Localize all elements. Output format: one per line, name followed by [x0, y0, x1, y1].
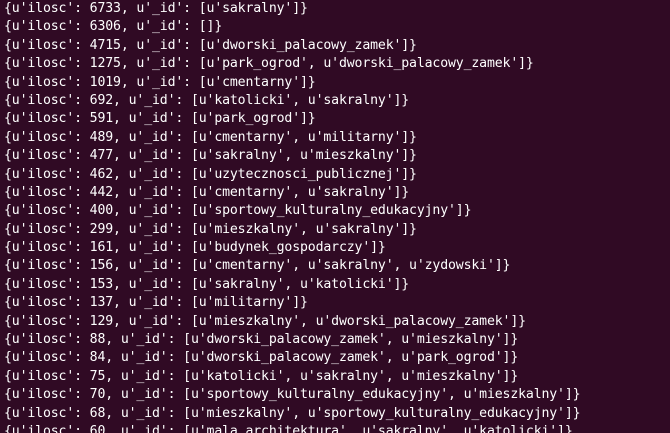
output-line: {u'ilosc': 161, u'_id': [u'budynek_gospo…: [4, 240, 386, 256]
output-line: {u'ilosc': 1275, u'_id': [u'park_ogrod',…: [4, 56, 534, 72]
output-line: {u'ilosc': 88, u'_id': [u'dworski_palaco…: [4, 332, 519, 348]
output-line: {u'ilosc': 156, u'_id': [u'cmentarny', u…: [4, 258, 511, 274]
output-line: {u'ilosc': 400, u'_id': [u'sportowy_kult…: [4, 203, 472, 219]
output-line: {u'ilosc': 84, u'_id': [u'dworski_palaco…: [4, 350, 519, 366]
output-line: {u'ilosc': 462, u'_id': [u'uzytecznosci_…: [4, 166, 417, 182]
output-line: {u'ilosc': 299, u'_id': [u'mieszkalny', …: [4, 221, 417, 237]
output-line: {u'ilosc': 477, u'_id': [u'sakralny', u'…: [4, 148, 417, 164]
output-line: {u'ilosc': 489, u'_id': [u'cmentarny', u…: [4, 129, 417, 145]
output-line: {u'ilosc': 70, u'_id': [u'sportowy_kultu…: [4, 387, 581, 403]
output-line: {u'ilosc': 68, u'_id': [u'mieszkalny', u…: [4, 405, 581, 421]
output-line: {u'ilosc': 692, u'_id': [u'katolicki', u…: [4, 92, 410, 108]
output-line: {u'ilosc': 60, u'_id': [u'mala_architekt…: [4, 423, 573, 433]
output-line: {u'ilosc': 6733, u'_id': [u'sakralny']}: [4, 1, 308, 16]
output-line: {u'ilosc': 442, u'_id': [u'cmentarny', u…: [4, 184, 410, 200]
output-line: {u'ilosc': 137, u'_id': [u'militarny']}: [4, 295, 308, 311]
output-line: {u'ilosc': 1019, u'_id': [u'cmentarny']}: [4, 74, 316, 90]
output-line: {u'ilosc': 4715, u'_id': [u'dworski_pala…: [4, 37, 417, 53]
output-line: {u'ilosc': 129, u'_id': [u'mieszkalny', …: [4, 313, 526, 329]
terminal-window[interactable]: {u'ilosc': 6733, u'_id': [u'sakralny']} …: [0, 0, 670, 433]
output-line: {u'ilosc': 6306, u'_id': []}: [4, 19, 223, 35]
terminal-output: {u'ilosc': 6733, u'_id': [u'sakralny']} …: [4, 0, 670, 433]
output-line: {u'ilosc': 591, u'_id': [u'park_ogrod']}: [4, 111, 316, 127]
output-line: {u'ilosc': 75, u'_id': [u'katolicki', u'…: [4, 368, 519, 384]
output-line: {u'ilosc': 153, u'_id': [u'sakralny', u'…: [4, 276, 410, 292]
